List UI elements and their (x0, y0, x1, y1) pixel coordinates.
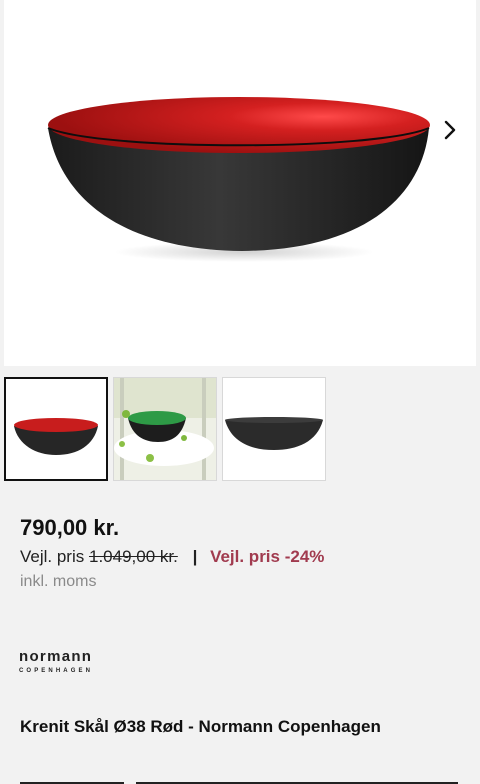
product-price: 790,00 kr. (20, 515, 120, 540)
thumbnail-red-bowl[interactable] (4, 377, 108, 481)
rrp-label: Vejl. pris (20, 547, 85, 566)
discount-badge: Vejl. pris -24% (210, 547, 325, 566)
brand-logo-sub: COPENHAGEN (19, 668, 94, 674)
brand-logo[interactable]: normann COPENHAGEN (19, 648, 93, 674)
product-image-red-bowl (47, 97, 430, 262)
thumbnail-black-bowl[interactable] (222, 377, 326, 481)
chevron-right-icon (444, 120, 456, 140)
recommended-price-line: Vejl. pris 1.049,00 kr. | Vejl. pris -24… (20, 547, 324, 567)
thumbnail-strip (4, 377, 326, 481)
thumbnail-green-bowl-lifestyle[interactable] (113, 377, 217, 481)
brand-logo-name: normann (19, 648, 93, 665)
red-bowl-thumbnail-image (14, 418, 98, 455)
green-bowl-thumbnail-image (114, 378, 216, 480)
vat-note: inkl. moms (20, 573, 97, 590)
product-image-gallery[interactable] (4, 0, 476, 366)
black-bowl-thumbnail-image (225, 417, 323, 450)
next-image-button[interactable] (436, 114, 464, 146)
price-separator: | (192, 547, 198, 566)
product-title: Krenit Skål Ø38 Rød - Normann Copenhagen (20, 717, 381, 736)
rrp-old-price: 1.049,00 kr. (88, 547, 178, 566)
